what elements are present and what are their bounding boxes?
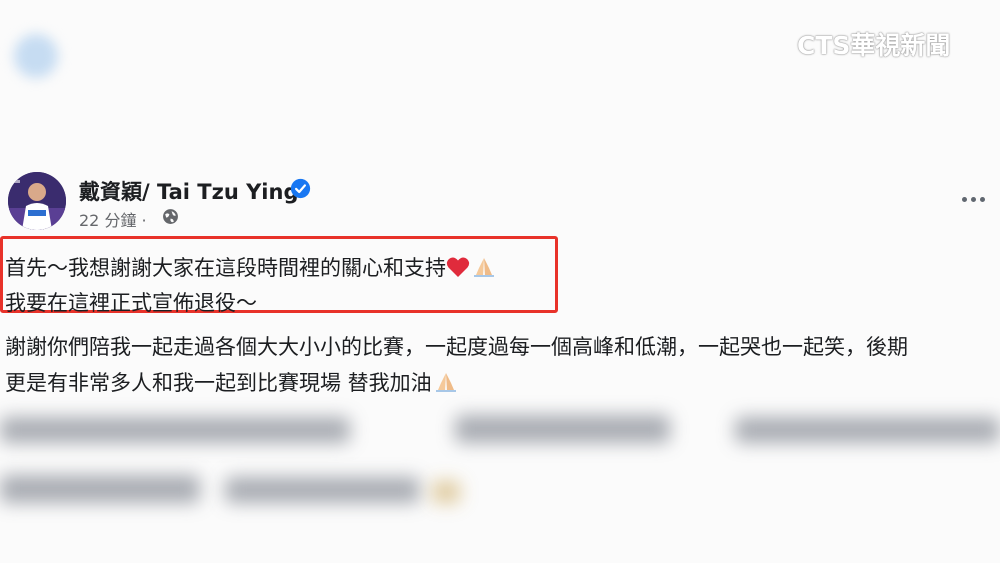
highlight-line-2: 我要在這裡正式宣佈退役～ [5, 291, 257, 315]
folded-hands-emoji-icon [474, 258, 494, 277]
author-avatar[interactable] [8, 172, 66, 230]
avatar-image [8, 172, 66, 230]
post-text-line-1: 首先～我想謝謝大家在這段時間裡的關心和支持 [5, 252, 498, 282]
verified-icon [290, 178, 311, 199]
highlight-line-1-text: 首先～我想謝謝大家在這段時間裡的關心和支持 [5, 256, 446, 280]
more-options-icon[interactable] [956, 189, 990, 209]
folded-hands-emoji-icon [435, 373, 456, 392]
cts-news-watermark: CTS華視新聞 [797, 31, 951, 60]
author-name[interactable]: 戴資穎/ Tai Tzu Ying [79, 176, 298, 206]
globe-icon [163, 209, 178, 224]
post-body-line-1: 謝謝你們陪我一起走過各個大大小小的比賽，一起度過每一個高峰和低潮，一起哭也一起笑… [5, 335, 908, 359]
post-body-line-2: 更是有非常多人和我一起到比賽現場 替我加油 [5, 367, 460, 397]
post-body-line-2-text: 更是有非常多人和我一起到比賽現場 替我加油 [5, 371, 432, 395]
blurred-blob [14, 34, 58, 78]
heart-emoji-icon [446, 257, 470, 277]
blurred-text-area [0, 395, 1000, 563]
post-timestamp[interactable]: 22 分鐘 · [79, 207, 147, 231]
